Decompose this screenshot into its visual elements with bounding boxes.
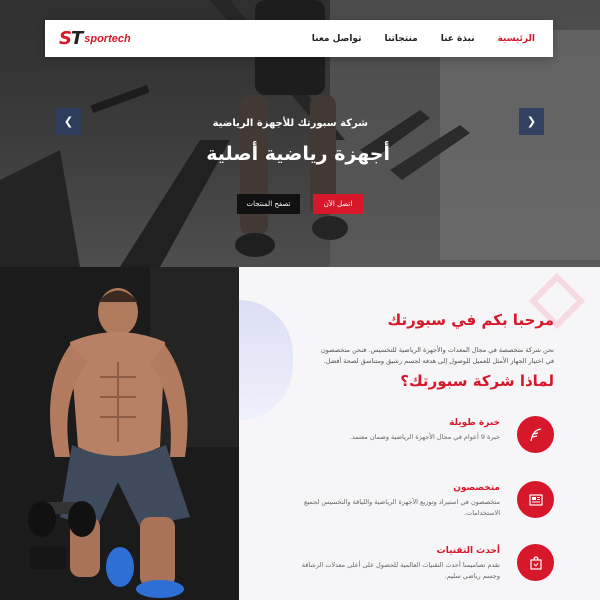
nav-item-products[interactable]: منتجاتنا bbox=[384, 34, 417, 44]
feature-text: نقدم تصاميمنا أحدث التقنيات العالمية للح… bbox=[301, 561, 500, 580]
shopping-bag-icon bbox=[517, 544, 554, 581]
hero-slider: ST sportech الرئيسية نبذة عنا منتجاتنا ت… bbox=[0, 0, 600, 267]
nav-item-contact[interactable]: تواصل معنا bbox=[312, 34, 362, 44]
feature-title: خبرة طويلة bbox=[449, 418, 500, 428]
browse-products-button[interactable]: تصفح المنتجات bbox=[237, 194, 300, 214]
nav-links: الرئيسية نبذة عنا منتجاتنا تواصل معنا bbox=[312, 34, 535, 44]
hero-subtitle: شركة سبورتك للأجهزة الرياضية bbox=[212, 118, 368, 129]
chevron-right-icon: ❯ bbox=[526, 115, 537, 128]
feature-specialists: متخصصون متخصصون في استيراد وتوزيع الأجهز… bbox=[284, 481, 554, 531]
feature-technology: أحدث التقنيات نقدم تصاميمنا أحدث التقنيا… bbox=[284, 544, 554, 594]
feather-icon bbox=[517, 416, 554, 453]
about-section: مرحبا بكم في سبورتك نحن شركة متخصصة في م… bbox=[239, 267, 600, 600]
welcome-title: مرحبا بكم في سبورتك bbox=[387, 311, 554, 329]
hero-title: أجهزة رياضية أصلية bbox=[206, 143, 390, 165]
feature-title: أحدث التقنيات bbox=[436, 546, 500, 556]
logo-mark: ST bbox=[59, 28, 83, 49]
logo[interactable]: ST sportech bbox=[59, 28, 131, 49]
decorative-circle bbox=[239, 300, 293, 420]
navbar: ST sportech الرئيسية نبذة عنا منتجاتنا ت… bbox=[45, 20, 553, 57]
feature-experience: خبرة طويلة خبرة 9 أعوام في مجال الأجهزة … bbox=[284, 416, 554, 466]
newspaper-icon bbox=[517, 481, 554, 518]
athlete-image bbox=[0, 267, 239, 600]
feature-title: متخصصون bbox=[453, 483, 500, 493]
slider-next-button[interactable]: ❯ bbox=[519, 108, 544, 135]
chevron-left-icon: ❮ bbox=[63, 115, 74, 128]
welcome-text: نحن شركة متخصصة في مجال المعدات والأجهزة… bbox=[321, 346, 554, 365]
feature-text: خبرة 9 أعوام في مجال الأجهزة الرياضية وض… bbox=[349, 433, 500, 441]
nav-item-home[interactable]: الرئيسية bbox=[498, 34, 535, 44]
slider-prev-button[interactable]: ❮ bbox=[56, 108, 81, 135]
contact-now-button[interactable]: اتصل الآن bbox=[313, 194, 363, 214]
logo-text: sportech bbox=[84, 32, 131, 45]
feature-text: متخصصون في استيراد وتوزيع الأجهزة الرياض… bbox=[303, 498, 500, 517]
nav-item-about[interactable]: نبذة عنا bbox=[441, 34, 475, 44]
athlete-photo bbox=[0, 267, 239, 600]
why-title: لماذا شركة سبورتك؟ bbox=[400, 372, 554, 390]
